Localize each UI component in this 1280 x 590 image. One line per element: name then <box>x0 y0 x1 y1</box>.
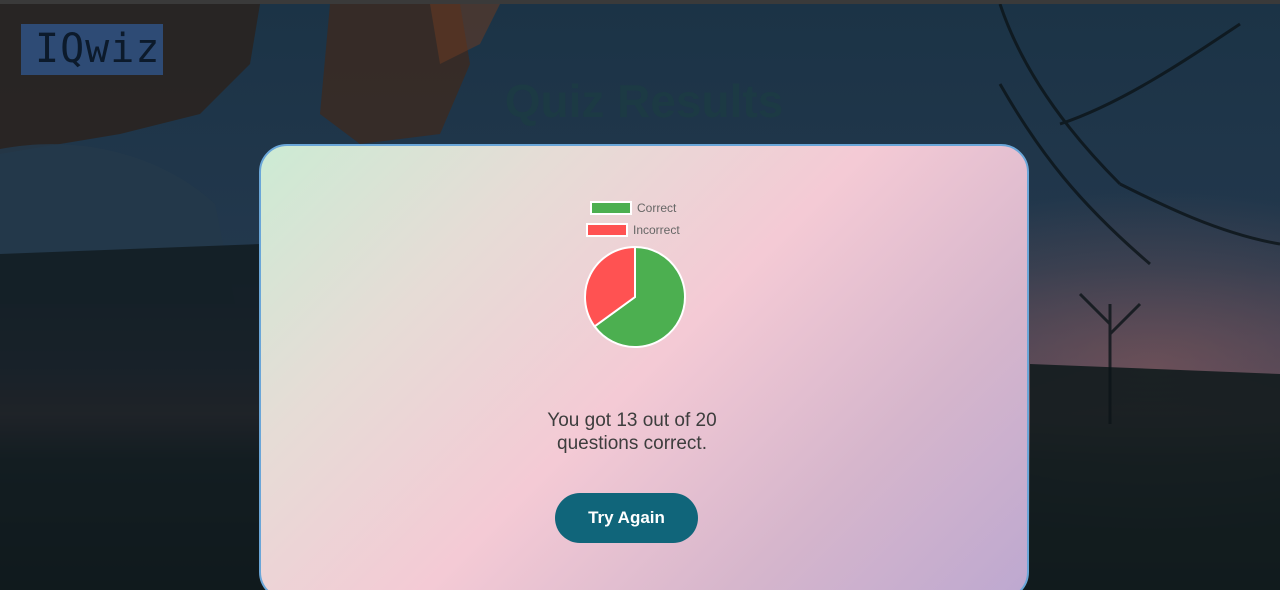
legend-item-incorrect[interactable]: Incorrect <box>586 223 680 237</box>
logo[interactable]: IQwiz <box>21 24 163 75</box>
legend-label-correct: Correct <box>637 201 677 215</box>
legend-swatch-incorrect <box>586 223 628 237</box>
score-summary: You got 13 out of 20 questions correct. <box>547 410 717 454</box>
page-title: Quiz Results <box>504 75 784 127</box>
try-again-button[interactable]: Try Again <box>555 493 698 543</box>
results-card: Correct Incorrect You got 13 out of 20 q… <box>259 144 1029 590</box>
results-pie-chart <box>584 245 686 348</box>
legend-label-incorrect: Incorrect <box>633 223 680 237</box>
legend-item-correct[interactable]: Correct <box>590 201 676 215</box>
legend-swatch-correct <box>590 201 632 215</box>
